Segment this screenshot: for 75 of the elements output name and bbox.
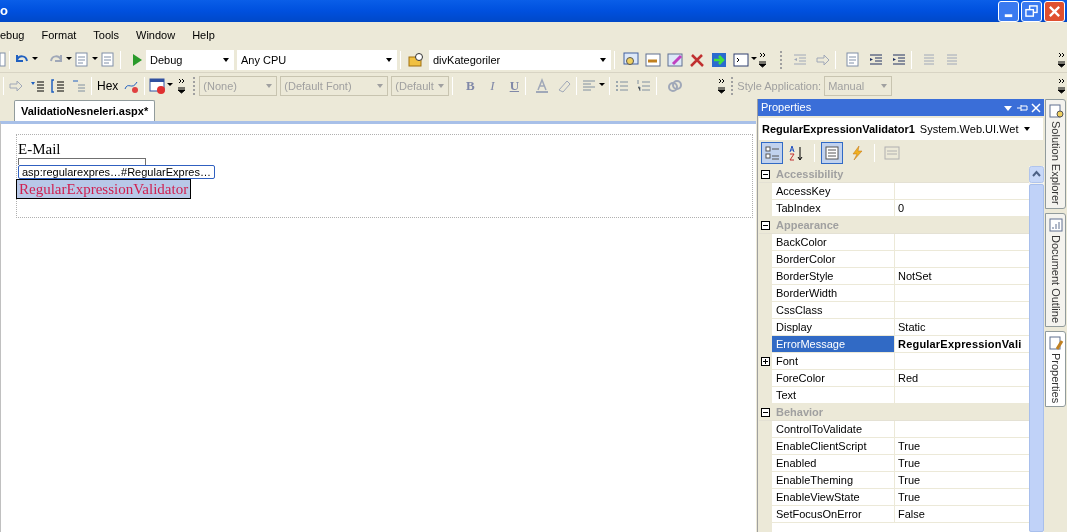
property-name[interactable]: AccessKey: [772, 183, 895, 199]
menu-item[interactable]: Help: [192, 26, 215, 44]
property-name[interactable]: ControlToValidate: [772, 421, 895, 437]
property-value[interactable]: Static: [895, 318, 926, 336]
collapse-icon[interactable]: [761, 169, 770, 179]
side-tab[interactable]: Document Outline: [1045, 212, 1066, 327]
property-name[interactable]: BorderStyle: [772, 268, 895, 284]
property-value[interactable]: RegularExpressionVali: [895, 335, 1022, 353]
property-value[interactable]: 0: [895, 199, 905, 217]
category-label: Behavior: [775, 404, 824, 420]
property-name[interactable]: EnableTheming: [772, 472, 895, 488]
scroll-up-icon[interactable]: [1029, 166, 1044, 183]
property-value[interactable]: True: [895, 437, 921, 455]
menu-item[interactable]: Tools: [93, 26, 119, 44]
toolbar-overflow-icon[interactable]: [1057, 51, 1066, 69]
property-name[interactable]: BackColor: [772, 234, 895, 250]
property-name[interactable]: CssClass: [772, 302, 895, 318]
object-selector[interactable]: RegularExpressionValidator1 System.Web.UI.Wet: [759, 118, 1043, 140]
chart-doc-icon: [1047, 216, 1064, 233]
toolbar-overflow-icon[interactable]: [177, 77, 187, 95]
platform-dropdown[interactable]: Any CPU: [237, 50, 397, 70]
find-dropdown[interactable]: divKategoriler: [429, 50, 611, 70]
window-record-icon[interactable]: [148, 77, 167, 95]
toolbar-overflow-icon[interactable]: [1057, 77, 1066, 95]
property-name[interactable]: ForeColor: [772, 370, 895, 386]
arrow-into-box-icon[interactable]: [710, 51, 728, 69]
menu-item[interactable]: Window: [136, 26, 176, 44]
property-name[interactable]: EnableViewState: [772, 489, 895, 505]
property-name[interactable]: Font: [772, 353, 895, 369]
property-name[interactable]: Text: [772, 387, 895, 403]
toolbar-overflow-icon[interactable]: [717, 77, 727, 95]
property-name[interactable]: EnableClientScript: [772, 438, 895, 454]
list-arrow-icon[interactable]: [70, 77, 88, 95]
property-value[interactable]: True: [895, 471, 921, 489]
configuration-dropdown[interactable]: Debug: [146, 50, 234, 70]
document-tab[interactable]: ValidatioNesneleri.aspx*: [14, 100, 156, 121]
object-name: RegularExpressionValidator1: [762, 121, 915, 137]
property-name[interactable]: ErrorMessage: [772, 336, 895, 352]
object-type: System.Web.UI.Wet: [919, 121, 1019, 137]
property-name[interactable]: BorderColor: [772, 251, 895, 267]
property-name[interactable]: BorderWidth: [772, 285, 895, 301]
property-value[interactable]: False: [895, 505, 925, 523]
property-value[interactable]: True: [895, 454, 921, 472]
pencil-doc-icon: [1047, 334, 1064, 351]
side-tab[interactable]: Properties: [1045, 330, 1066, 407]
field-label: E-Mail: [18, 141, 61, 158]
property-name[interactable]: Enabled: [772, 455, 895, 471]
property-value[interactable]: Red: [895, 369, 919, 387]
command-window-icon[interactable]: [732, 51, 750, 69]
expand-icon[interactable]: [761, 356, 770, 366]
menu-item[interactable]: Format: [41, 26, 77, 44]
style-application-label: Style Application:: [737, 78, 822, 94]
explorer-icon: [1047, 103, 1064, 119]
menu-item[interactable]: ebug: [0, 26, 25, 44]
collapse-icon[interactable]: [761, 220, 770, 230]
property-value[interactable]: NotSet: [895, 267, 932, 285]
bracket-list-icon[interactable]: [49, 77, 67, 95]
pencil-card-icon[interactable]: [666, 51, 684, 69]
pin-icon[interactable]: [1016, 102, 1028, 113]
category-label: Appearance: [775, 217, 839, 233]
smart-tag[interactable]: asp:regularexpres…#RegularExpres…: [18, 165, 215, 179]
hex-button[interactable]: Hex: [95, 77, 121, 95]
window-title: o: [0, 2, 8, 21]
property-name[interactable]: SetFocusOnError: [772, 506, 895, 522]
folder-search-icon[interactable]: [407, 51, 425, 69]
close-icon[interactable]: [1031, 102, 1041, 113]
collapse-icon[interactable]: [761, 407, 770, 417]
side-tab[interactable]: Solution Explorer: [1045, 99, 1066, 209]
toolbar-overflow-icon[interactable]: [758, 51, 767, 69]
panel-title: Properties: [761, 100, 812, 116]
property-value[interactable]: True: [895, 488, 921, 506]
category-label: Accessibility: [775, 166, 844, 182]
document-icon[interactable]: [0, 51, 6, 69]
property-name[interactable]: TabIndex: [772, 200, 895, 216]
property-name[interactable]: Display: [772, 319, 895, 335]
